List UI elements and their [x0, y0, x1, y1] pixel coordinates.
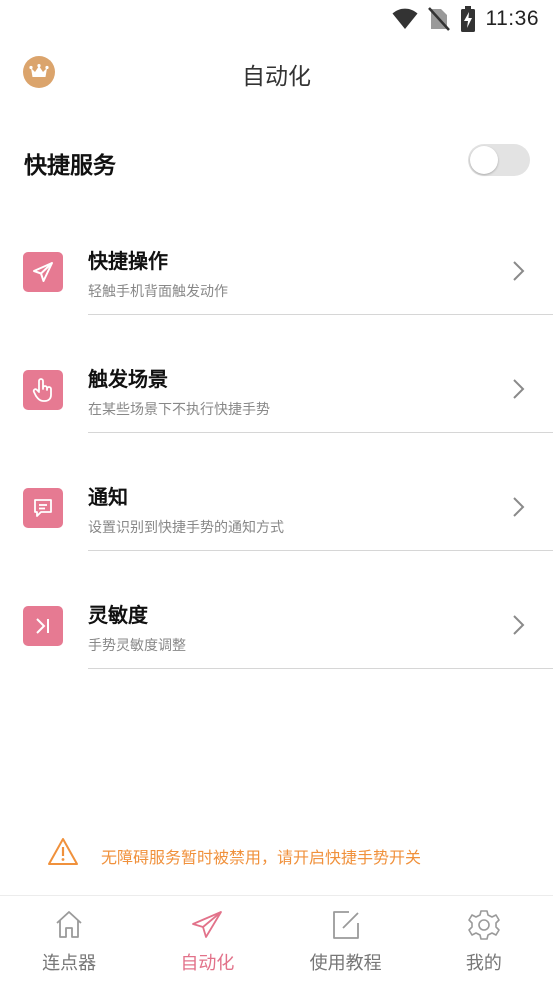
message-icon — [23, 488, 63, 528]
menu-subtitle: 轻触手机背面触发动作 — [88, 284, 228, 300]
menu-item-quick-action[interactable]: 快捷操作 轻触手机背面触发动作 — [0, 228, 553, 328]
page-title: 自动化 — [242, 64, 311, 90]
menu-title: 快捷操作 — [88, 249, 168, 273]
send-icon — [23, 252, 63, 292]
skip-next-icon — [23, 606, 63, 646]
warning-icon — [48, 838, 78, 865]
tab-tutorial[interactable]: 使用教程 — [277, 896, 415, 983]
settings-icon — [468, 910, 500, 940]
toggle-knob — [470, 146, 498, 174]
chevron-right-icon — [513, 261, 525, 281]
chevron-right-icon — [513, 497, 525, 517]
battery-charging-icon — [460, 6, 475, 32]
divider — [88, 668, 553, 669]
wifi-icon — [392, 8, 417, 29]
quick-service-label: 快捷服务 — [24, 153, 116, 179]
menu-subtitle: 在某些场景下不执行快捷手势 — [88, 402, 270, 418]
menu-item-trigger-scene[interactable]: 触发场景 在某些场景下不执行快捷手势 — [0, 346, 553, 446]
chevron-right-icon — [513, 615, 525, 635]
status-bar: 11:36 — [0, 0, 553, 38]
tab-clicker[interactable]: 连点器 — [0, 896, 138, 983]
home-icon — [56, 911, 82, 938]
menu-item-notification[interactable]: 通知 设置识别到快捷手势的通知方式 — [0, 464, 553, 564]
tab-label: 自动化 — [180, 953, 235, 974]
tab-mine[interactable]: 我的 — [415, 896, 553, 983]
send-icon — [192, 911, 223, 938]
tab-label: 使用教程 — [309, 953, 382, 974]
tab-automation[interactable]: 自动化 — [138, 896, 276, 983]
divider — [88, 314, 553, 315]
menu-item-sensitivity[interactable]: 灵敏度 手势灵敏度调整 — [0, 582, 553, 682]
accessibility-warning[interactable]: 无障碍服务暂时被禁用，请开启快捷手势开关 — [0, 832, 553, 876]
chevron-right-icon — [513, 379, 525, 399]
quick-service-toggle[interactable] — [468, 144, 530, 176]
app-header: 自动化 — [0, 44, 553, 100]
warning-text: 无障碍服务暂时被禁用，请开启快捷手势开关 — [101, 848, 422, 867]
divider — [88, 432, 553, 433]
bottom-nav: 连点器 自动化 使用教程 我的 — [0, 895, 553, 983]
menu-subtitle: 手势灵敏度调整 — [88, 638, 186, 654]
edit-icon — [332, 911, 359, 939]
menu-title: 通知 — [88, 485, 128, 509]
menu-subtitle: 设置识别到快捷手势的通知方式 — [88, 520, 284, 536]
status-time: 11:36 — [485, 7, 539, 30]
divider — [88, 550, 553, 551]
status-icons: 11:36 — [392, 5, 540, 33]
quick-service-row: 快捷服务 — [0, 132, 553, 190]
no-sim-icon — [427, 7, 450, 31]
menu-title: 灵敏度 — [88, 603, 148, 627]
hand-tap-icon — [23, 370, 63, 410]
tab-label: 连点器 — [42, 953, 97, 974]
tab-label: 我的 — [465, 953, 502, 974]
menu-title: 触发场景 — [88, 367, 168, 391]
